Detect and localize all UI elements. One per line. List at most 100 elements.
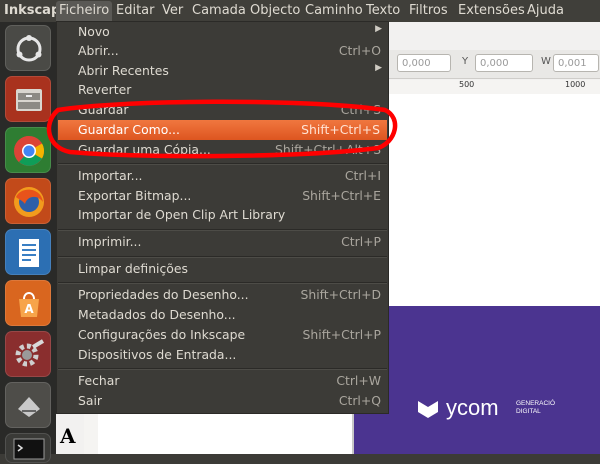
settings-button[interactable] <box>5 331 51 377</box>
menu-item-guardar-como[interactable]: Guardar Como... Shift+Ctrl+S <box>58 120 387 140</box>
menu-item-label: Limpar definições <box>78 261 188 276</box>
unity-launcher: A <box>0 22 56 463</box>
menu-item-novo[interactable]: Novo ▶ <box>57 22 388 42</box>
chrome-icon <box>14 136 45 166</box>
ycom-logo-mark <box>418 401 438 418</box>
ycom-logo: ycom GENERACIÓ DIGITAL <box>418 395 555 420</box>
tool-controls-bar: 0,000 Y 0,000 W 0,001 <box>387 50 600 79</box>
text-tool-icon[interactable]: A <box>60 424 76 448</box>
menu-item-configuracoes-inkscape[interactable]: Configurações do Inkscape Shift+Ctrl+P <box>57 325 388 345</box>
terminal-icon <box>13 438 45 460</box>
menu-item-sair[interactable]: Sair Ctrl+Q <box>57 391 388 411</box>
menu-item-label: Propriedades do Desenho... <box>78 287 249 302</box>
menu-caminho[interactable]: Caminho <box>305 2 363 20</box>
y-label: Y <box>462 56 469 67</box>
menu-item-guardar-copia[interactable]: Guardar uma Cópia... Shift+Ctrl+Alt+S <box>57 140 388 160</box>
menu-item-importar-openclipart[interactable]: Importar de Open Clip Art Library <box>57 205 388 225</box>
writer-button[interactable] <box>5 229 51 275</box>
software-center-icon: A <box>19 292 39 317</box>
ubuntu-dash-icon <box>16 35 42 62</box>
menu-item-limpar-definicoes[interactable]: Limpar definições <box>57 259 388 279</box>
menu-item-imprimir[interactable]: Imprimir... Ctrl+P <box>57 232 388 252</box>
menu-item-label: Dispositivos de Entrada... <box>78 347 237 362</box>
menu-item-label: Sair <box>78 393 102 408</box>
menu-separator <box>58 256 387 258</box>
settings-icon <box>15 339 45 367</box>
ubuntu-dash-button[interactable] <box>5 25 51 71</box>
menu-item-label: Configurações do Inkscape <box>78 327 246 342</box>
menu-item-fechar[interactable]: Fechar Ctrl+W <box>57 371 388 391</box>
menu-item-label: Exportar Bitmap... <box>78 188 192 203</box>
software-center-button[interactable]: A <box>5 280 51 326</box>
ruler-tick-label: 500 <box>459 80 475 89</box>
ycom-banner: ycom GENERACIÓ DIGITAL <box>354 306 600 454</box>
terminal-button[interactable] <box>5 433 51 463</box>
menu-camada[interactable]: Camada <box>192 2 246 20</box>
menu-item-importar[interactable]: Importar... Ctrl+I <box>57 166 388 186</box>
menu-item-metadados-desenho[interactable]: Metadados do Desenho... <box>57 305 388 325</box>
disks-icon <box>18 397 40 417</box>
menu-separator <box>58 163 387 165</box>
ycom-tagline-1: GENERACIÓ <box>516 398 555 407</box>
menu-item-exportar-bitmap[interactable]: Exportar Bitmap... Shift+Ctrl+E <box>57 186 388 206</box>
menu-separator <box>58 368 387 370</box>
menu-editar[interactable]: Editar <box>116 2 155 20</box>
menu-extensoes[interactable]: Extensões <box>458 2 525 20</box>
menu-item-label: Abrir... <box>78 43 119 58</box>
menu-separator <box>58 229 387 231</box>
menu-texto[interactable]: Texto <box>366 2 400 20</box>
menu-item-shortcut: Ctrl+Q <box>338 393 381 408</box>
menu-item-shortcut: Ctrl+W <box>336 373 381 388</box>
menu-item-guardar[interactable]: Guardar Ctrl+S <box>57 100 388 120</box>
menu-item-shortcut: Ctrl+P <box>341 234 381 249</box>
menu-item-propriedades-desenho[interactable]: Propriedades do Desenho... Shift+Ctrl+D <box>57 285 388 305</box>
menu-item-shortcut: Shift+Ctrl+S <box>301 122 380 137</box>
menu-item-shortcut: Shift+Ctrl+P <box>302 327 381 342</box>
files-icon <box>16 89 42 111</box>
menu-item-shortcut: Shift+Ctrl+D <box>300 287 381 302</box>
menu-item-label: Novo <box>78 24 110 39</box>
menu-ver[interactable]: Ver <box>162 2 183 20</box>
svg-text:A: A <box>24 302 34 316</box>
menu-ficheiro[interactable]: Ficheiro <box>56 1 113 22</box>
menu-item-label: Reverter <box>78 82 132 97</box>
ycom-brand: ycom <box>446 395 499 420</box>
menu-item-label: Guardar <box>78 102 129 117</box>
firefox-button[interactable] <box>5 178 51 224</box>
menu-item-label: Fechar <box>78 373 120 388</box>
disks-button[interactable] <box>5 382 51 428</box>
menu-item-abrir[interactable]: Abrir... Ctrl+O <box>57 41 388 61</box>
menu-objecto[interactable]: Objecto <box>250 2 300 20</box>
submenu-arrow-icon: ▶ <box>375 63 382 73</box>
menu-item-label: Importar de Open Clip Art Library <box>78 207 286 222</box>
firefox-icon <box>14 187 44 217</box>
menu-item-label: Metadados do Desenho... <box>78 307 236 322</box>
submenu-arrow-icon: ▶ <box>375 24 382 34</box>
chrome-button[interactable] <box>5 127 51 173</box>
y-field[interactable]: 0,000 <box>475 54 533 72</box>
menu-item-shortcut: Shift+Ctrl+Alt+S <box>275 142 381 157</box>
menu-item-label: Guardar Como... <box>78 122 180 137</box>
menu-item-shortcut: Ctrl+I <box>344 168 381 183</box>
menu-ajuda[interactable]: Ajuda <box>527 2 564 20</box>
menu-item-label: Abrir Recentes <box>78 63 169 78</box>
menu-separator <box>58 282 387 284</box>
w-label: W <box>541 56 551 67</box>
horizontal-ruler: 500 1000 <box>387 80 600 95</box>
files-button[interactable] <box>5 76 51 122</box>
menubar: Inkscape Ficheiro Editar Ver Camada Obje… <box>0 0 600 22</box>
w-field[interactable]: 0,001 <box>553 54 599 72</box>
ycom-tagline-2: DIGITAL <box>516 408 541 415</box>
ruler-tick-label: 1000 <box>565 80 586 89</box>
x-field[interactable]: 0,000 <box>397 54 451 72</box>
menu-item-shortcut: Ctrl+S <box>340 102 381 117</box>
menu-item-reverter[interactable]: Reverter <box>57 80 388 100</box>
writer-icon <box>19 239 39 267</box>
menu-item-label: Guardar uma Cópia... <box>78 142 211 157</box>
menu-item-label: Importar... <box>78 168 143 183</box>
menu-item-shortcut: Ctrl+O <box>338 43 381 58</box>
menu-item-dispositivos-entrada[interactable]: Dispositivos de Entrada... <box>57 345 388 365</box>
menu-item-abrir-recentes[interactable]: Abrir Recentes ▶ <box>57 61 388 81</box>
menu-item-shortcut: Shift+Ctrl+E <box>302 188 381 203</box>
menu-filtros[interactable]: Filtros <box>409 2 448 20</box>
